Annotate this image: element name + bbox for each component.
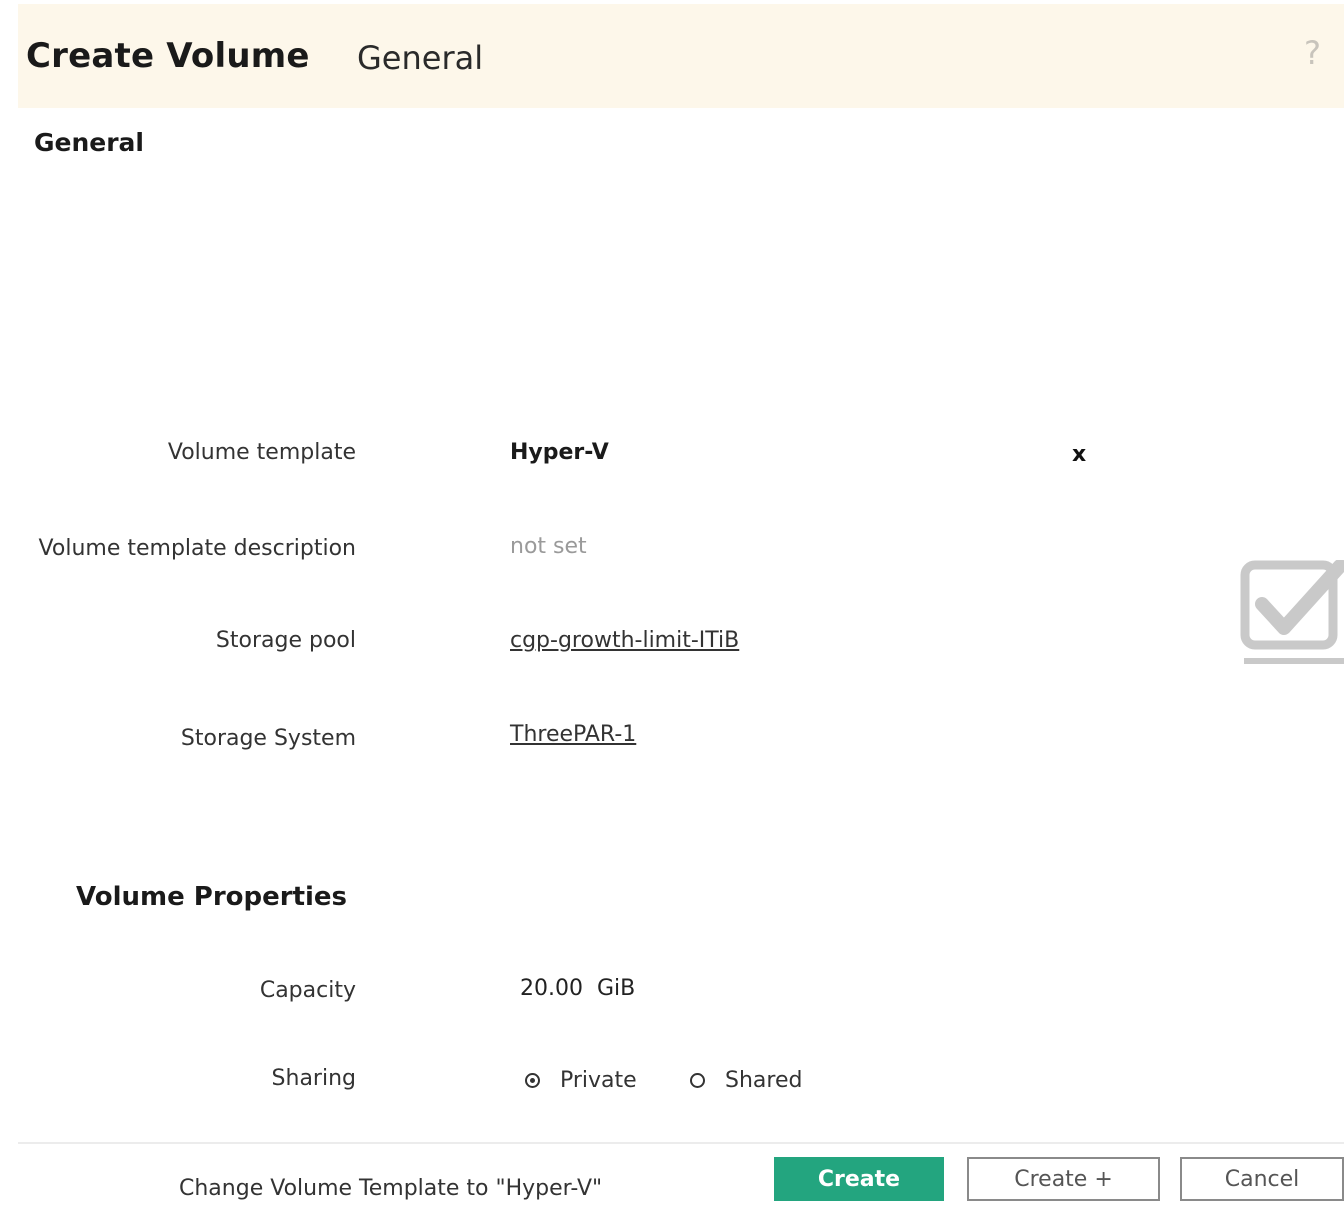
section-title-volume-properties: Volume Properties <box>76 882 348 912</box>
footer-divider <box>18 1142 1344 1144</box>
radio-selected-icon <box>525 1073 540 1088</box>
sharing-private-radio[interactable]: Private <box>525 1068 637 1093</box>
checkmark-icon <box>1240 560 1344 664</box>
dialog-subtitle: General <box>357 39 484 77</box>
storage-system-link[interactable]: ThreePAR-1 <box>510 722 636 747</box>
sharing-shared-radio[interactable]: Shared <box>690 1068 802 1093</box>
storage-pool-link[interactable]: cgp-growth-limit-ITiB <box>510 628 739 653</box>
sharing-shared-label: Shared <box>725 1068 803 1093</box>
capacity-label: Capacity <box>259 978 356 1003</box>
template-description-value: not set <box>510 534 587 559</box>
close-icon[interactable]: x <box>1072 442 1086 467</box>
section-title-general: General <box>34 128 144 157</box>
create-plus-button[interactable]: Create + <box>967 1157 1160 1201</box>
help-icon[interactable]: ? <box>1304 34 1321 72</box>
storage-system-label: Storage System <box>180 726 356 751</box>
create-button[interactable]: Create <box>774 1157 944 1201</box>
dialog-title: Create Volume <box>26 36 310 76</box>
volume-template-label: Volume template <box>167 440 356 465</box>
capacity-value: 20.00 GiB <box>520 976 636 1001</box>
radio-unselected-icon <box>690 1073 705 1088</box>
storage-pool-label: Storage pool <box>215 628 356 653</box>
sharing-label: Sharing <box>271 1066 356 1091</box>
dialog-header: Create Volume General ? <box>18 4 1344 108</box>
cancel-button[interactable]: Cancel <box>1180 1157 1344 1201</box>
footer-message: Change Volume Template to "Hyper-V" <box>179 1176 603 1201</box>
sharing-private-label: Private <box>560 1068 637 1093</box>
template-description-label: Volume template description <box>38 536 356 561</box>
volume-template-value[interactable]: Hyper-V <box>510 440 609 465</box>
